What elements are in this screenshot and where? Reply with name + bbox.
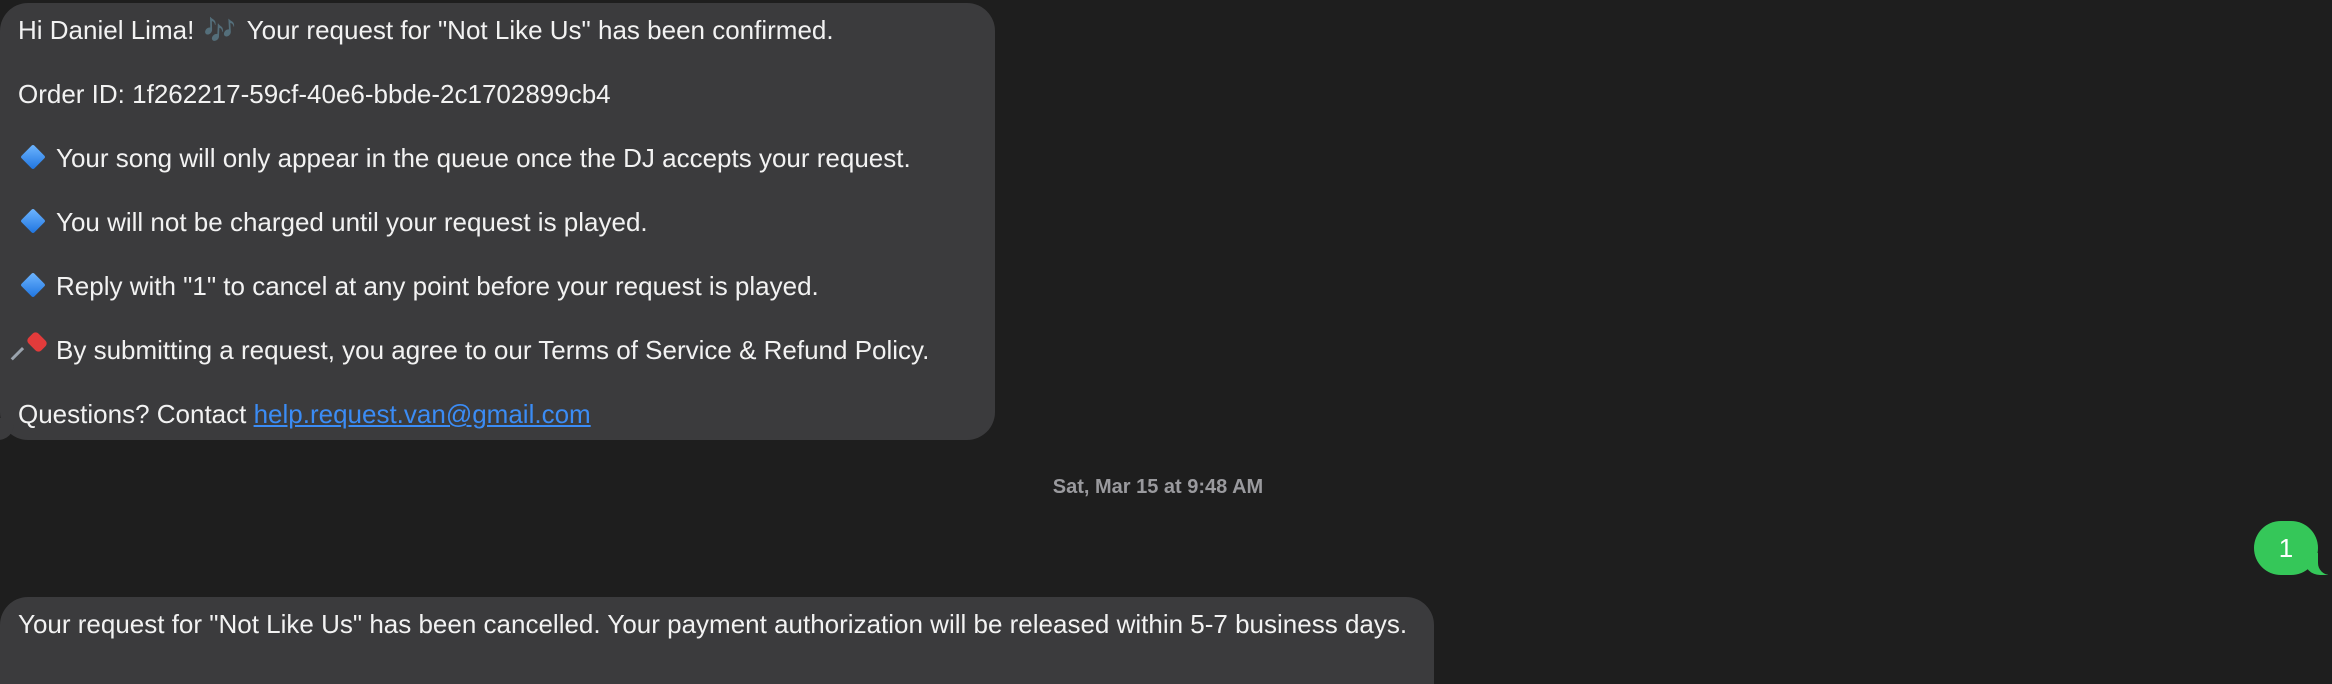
greeting-line: Hi Daniel Lima! 🎶 Your request for "Not …: [18, 13, 834, 47]
order-id-line: Order ID: 1f262217-59cf-40e6-bbde-2c1702…: [18, 79, 611, 109]
blue-diamond-icon: [20, 144, 46, 170]
pushpin-icon: [10, 330, 49, 363]
outgoing-message-text: 1: [2278, 533, 2294, 563]
incoming-message-confirmation[interactable]: Hi Daniel Lima! 🎶 Your request for "Not …: [0, 3, 995, 440]
message-timestamp: Sat, Mar 15 at 9:48 AM: [1052, 476, 1264, 498]
blue-diamond-icon: [20, 272, 46, 298]
contact-prefix: Questions? Contact: [18, 399, 254, 429]
musical-notes-icon: 🎶: [203, 15, 236, 45]
outgoing-message[interactable]: 1: [2254, 521, 2332, 575]
bubble-tail: [0, 418, 14, 440]
bullet-text-3: Reply with "1" to cancel at any point be…: [56, 271, 819, 301]
messages-thread: Hi Daniel Lima! 🎶 Your request for "Not …: [0, 0, 2332, 684]
cancellation-text: Your request for "Not Like Us" has been …: [18, 609, 1408, 639]
greeting-text: Hi Daniel Lima!: [18, 15, 195, 45]
terms-text: By submitting a request, you agree to ou…: [56, 335, 930, 365]
bullet-text-1: Your song will only appear in the queue …: [56, 143, 911, 173]
bullet-line-3: Reply with "1" to cancel at any point be…: [18, 269, 819, 303]
bullet-text-2: You will not be charged until your reque…: [56, 207, 648, 237]
greeting-rest-text: Your request for "Not Like Us" has been …: [246, 15, 834, 45]
bullet-line-2: You will not be charged until your reque…: [18, 205, 648, 239]
terms-line: By submitting a request, you agree to ou…: [10, 330, 930, 367]
blue-diamond-icon: [20, 208, 46, 234]
incoming-message-cancellation[interactable]: Your request for "Not Like Us" has been …: [0, 597, 1434, 684]
contact-line: Questions? Contact help.request.van@gmai…: [18, 397, 591, 431]
bullet-line-1: Your song will only appear in the queue …: [18, 141, 911, 175]
contact-email-link[interactable]: help.request.van@gmail.com: [254, 399, 591, 429]
